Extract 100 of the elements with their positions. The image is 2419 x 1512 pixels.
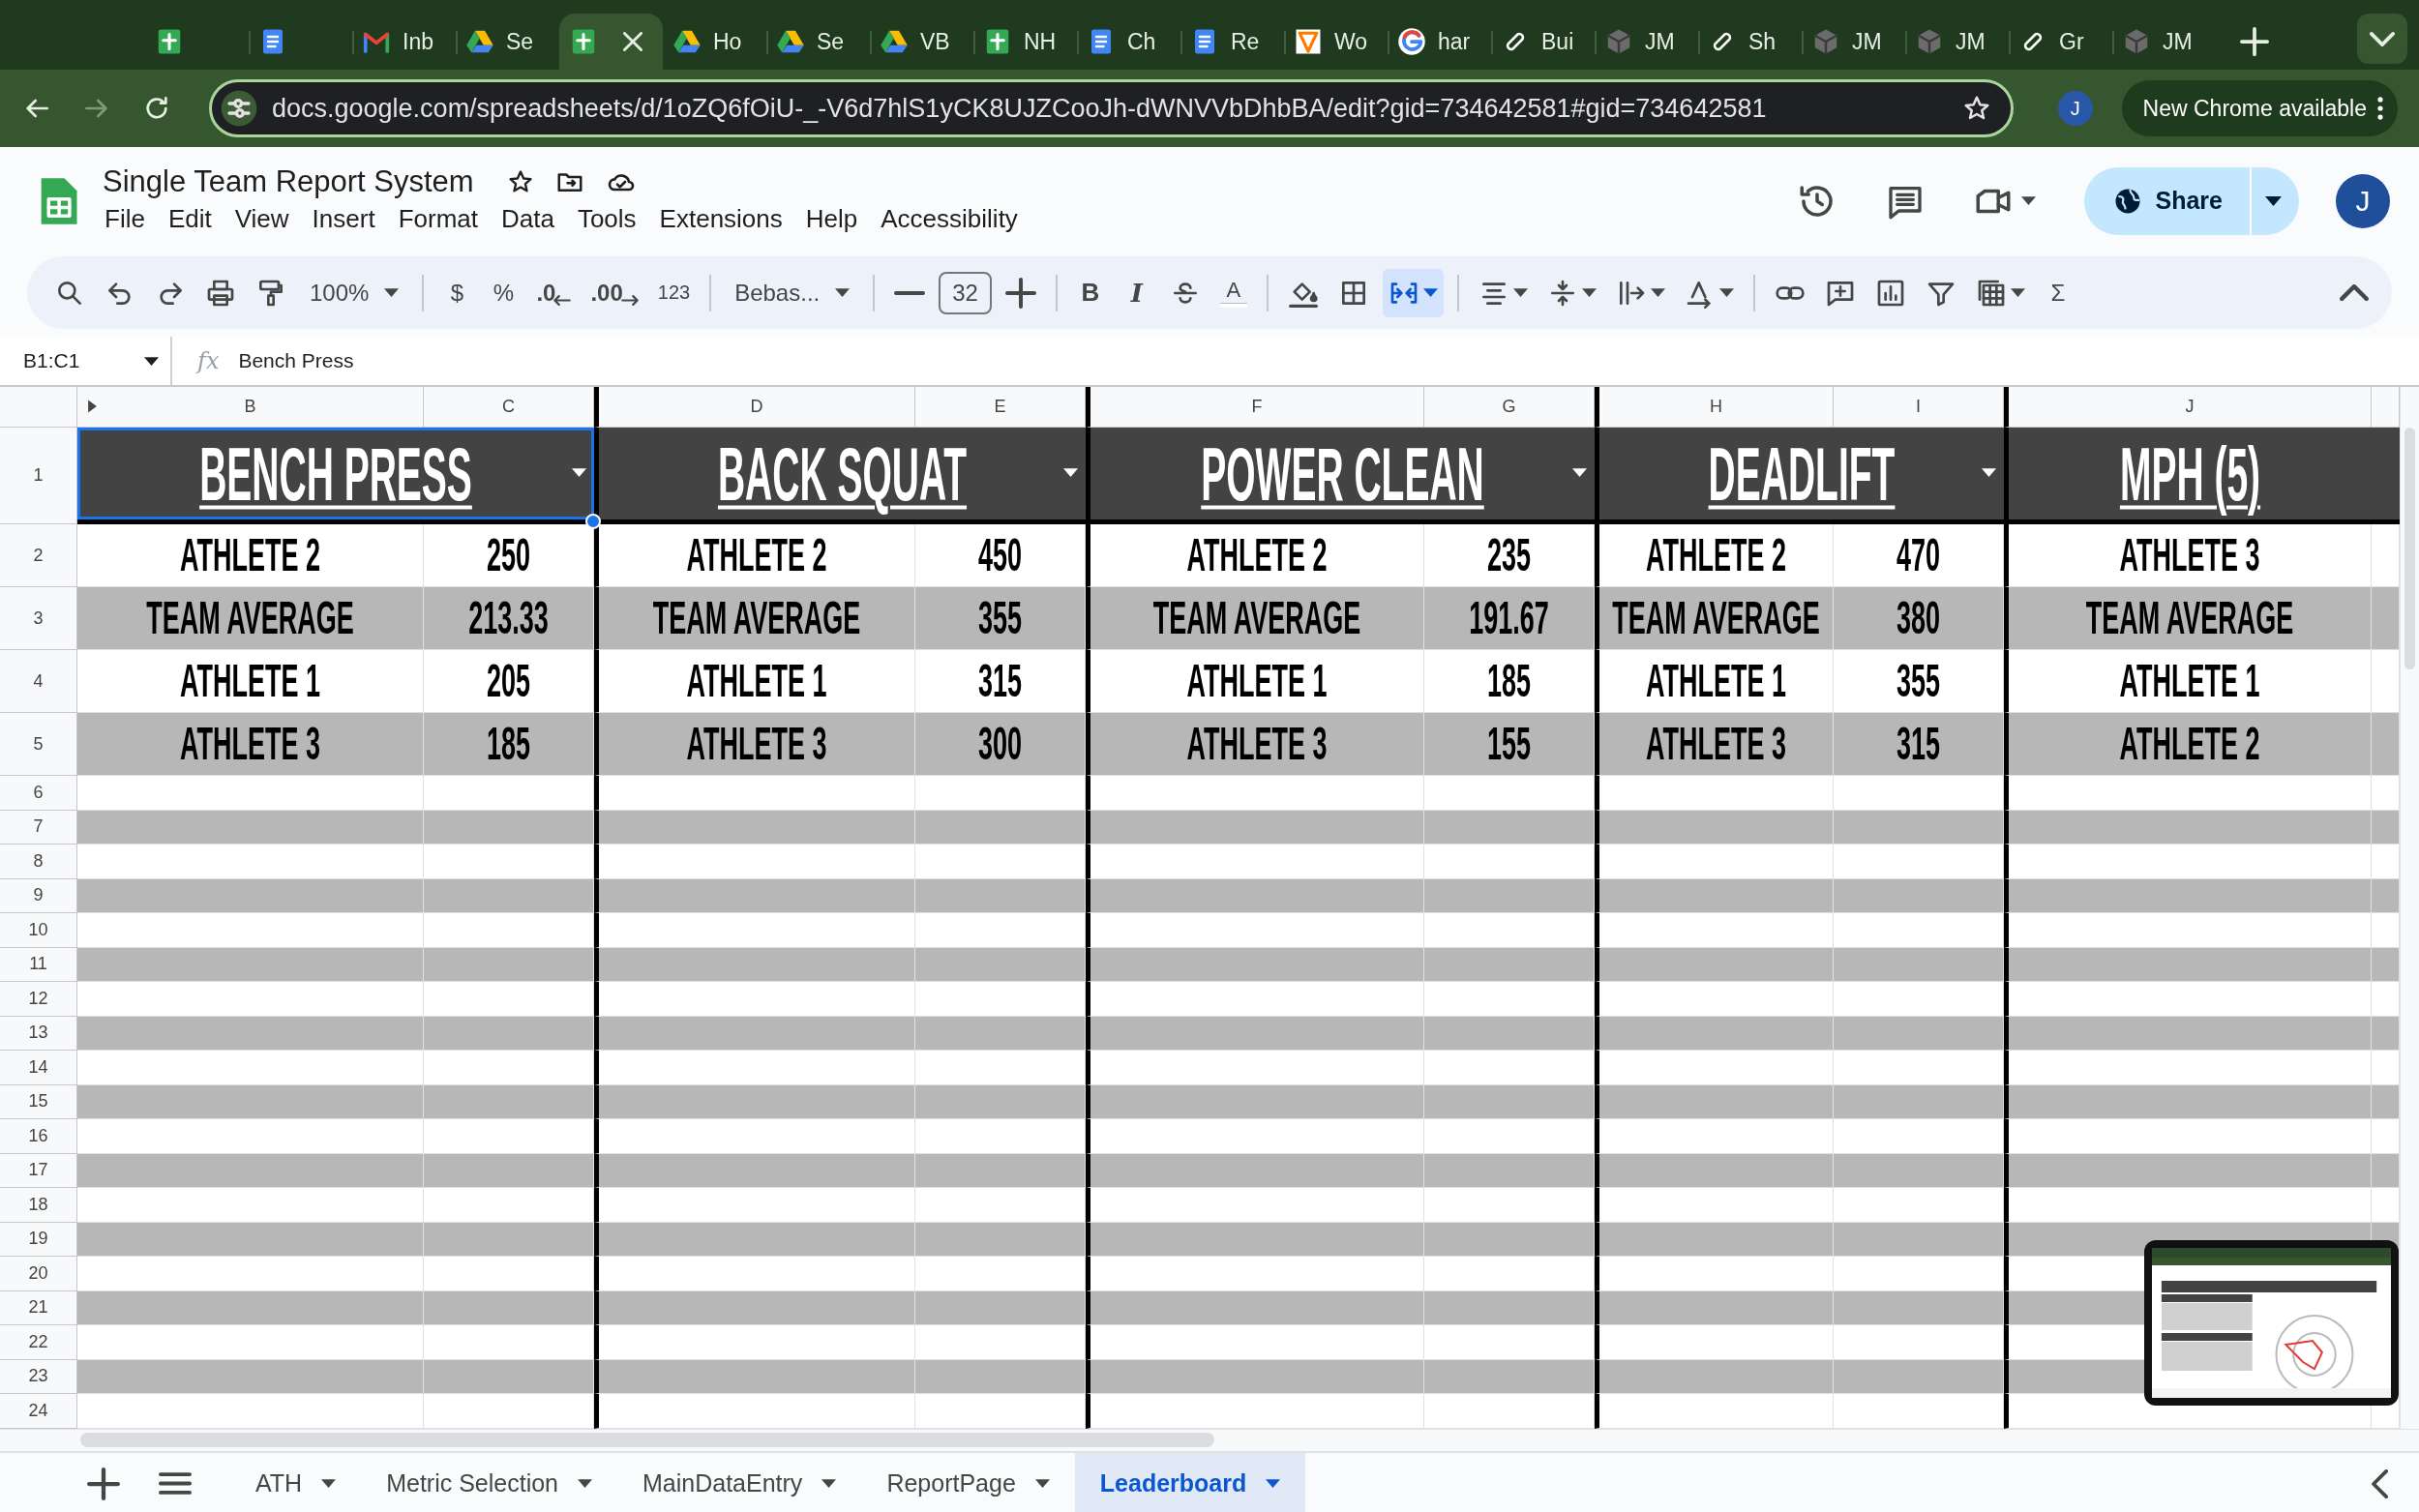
dropdown-icon[interactable] — [1063, 468, 1078, 477]
browser-tab[interactable] — [559, 14, 663, 70]
sheet-tab[interactable]: Metric Selection — [361, 1453, 617, 1512]
browser-tab[interactable]: JM — [1905, 14, 2009, 70]
column-header[interactable]: H — [1595, 387, 1834, 428]
row-number[interactable]: 21 — [0, 1290, 77, 1325]
row-number[interactable]: 16 — [0, 1119, 77, 1154]
browser-tab[interactable]: VB — [870, 14, 973, 70]
row-number[interactable]: 22 — [0, 1325, 77, 1360]
profile-avatar[interactable]: J — [2058, 91, 2093, 126]
collapse-icon[interactable] — [2372, 1468, 2390, 1498]
row-number[interactable]: 15 — [0, 1084, 77, 1119]
browser-tab[interactable]: JM — [1802, 14, 1905, 70]
toolbar-button[interactable]: % — [484, 268, 523, 317]
account-avatar[interactable]: J — [2336, 173, 2390, 228]
row-number[interactable]: 1 — [0, 428, 77, 524]
row-number[interactable]: 8 — [0, 845, 77, 879]
italic-button[interactable]: I — [1117, 268, 1156, 317]
text-color-button[interactable]: A — [1213, 268, 1253, 317]
row-number[interactable]: 12 — [0, 982, 77, 1017]
row-number[interactable]: 2 — [0, 524, 77, 587]
row-number[interactable]: 24 — [0, 1394, 77, 1429]
column-header[interactable]: E — [915, 387, 1086, 428]
browser-tab[interactable]: Ch — [1077, 14, 1180, 70]
font-size-field[interactable]: 32 — [939, 271, 992, 314]
browser-tab[interactable]: NH — [973, 14, 1077, 70]
menu-item[interactable]: Tools — [565, 201, 648, 237]
menu-item[interactable]: File — [103, 201, 157, 237]
all-sheets-icon[interactable] — [159, 1472, 192, 1495]
vertical-scrollbar[interactable] — [2400, 387, 2419, 1429]
sheet-tab[interactable]: ATH — [230, 1453, 362, 1512]
menu-item[interactable]: Edit — [156, 201, 224, 237]
row-number[interactable]: 13 — [0, 1016, 77, 1051]
decimal-button[interactable]: .0 — [530, 268, 578, 317]
column-header[interactable]: B — [77, 387, 424, 428]
row-number[interactable]: 7 — [0, 810, 77, 845]
scrollbar-thumb[interactable] — [80, 1433, 1214, 1447]
browser-tab[interactable]: har — [1388, 14, 1491, 70]
menu-item[interactable]: Format — [386, 201, 490, 237]
bold-button[interactable]: B — [1070, 268, 1110, 317]
collapse-icon[interactable] — [2340, 284, 2369, 301]
row-number[interactable]: 20 — [0, 1257, 77, 1291]
browser-tab[interactable]: Se — [766, 14, 870, 70]
browser-tab[interactable]: JM — [1595, 14, 1698, 70]
toolbar-button[interactable]: $ — [437, 268, 477, 317]
column-header[interactable]: G — [1424, 387, 1595, 428]
dropdown-icon[interactable] — [572, 468, 586, 477]
browser-tab[interactable]: Inb — [352, 14, 456, 70]
row-number[interactable]: 10 — [0, 913, 77, 948]
close-icon[interactable] — [623, 32, 642, 51]
star-icon[interactable] — [506, 168, 534, 195]
browser-tab[interactable]: JM — [2112, 14, 2216, 70]
row-number[interactable]: 3 — [0, 587, 77, 650]
column-header[interactable]: C — [424, 387, 594, 428]
row-number[interactable]: 14 — [0, 1051, 77, 1085]
scrollbar-thumb[interactable] — [2404, 428, 2415, 669]
formula-input[interactable]: Bench Press — [238, 349, 354, 372]
hidden-column-icon[interactable] — [87, 399, 98, 414]
menu-item[interactable]: Data — [490, 201, 566, 237]
row-number[interactable]: 5 — [0, 713, 77, 776]
menu-item[interactable]: Accessibility — [869, 201, 1030, 237]
row-number[interactable]: 19 — [0, 1222, 77, 1257]
menu-item[interactable]: Insert — [300, 201, 387, 237]
row-number[interactable]: 11 — [0, 947, 77, 982]
name-box[interactable]: B1:C1 — [0, 337, 172, 385]
document-title[interactable]: Single Team Report System — [103, 164, 474, 199]
site-settings-icon[interactable] — [220, 89, 258, 128]
column-header[interactable]: I — [1834, 387, 2004, 428]
row-number[interactable]: 4 — [0, 650, 77, 713]
sheet-tab[interactable]: MainDataEntry — [617, 1453, 862, 1512]
row-number[interactable]: 9 — [0, 878, 77, 913]
horizontal-scrollbar[interactable] — [0, 1429, 2419, 1451]
tab-search-button[interactable] — [2357, 14, 2407, 64]
browser-tab[interactable]: Se — [456, 14, 559, 70]
dropdown-icon[interactable] — [1572, 468, 1587, 477]
dropdown-icon[interactable] — [1982, 468, 1996, 477]
browser-tab[interactable]: Bui — [1491, 14, 1595, 70]
browser-tab[interactable]: Wo — [1284, 14, 1388, 70]
toolbar-button[interactable]: 123 — [651, 268, 697, 317]
column-header[interactable]: D — [594, 387, 915, 428]
browser-tab[interactable]: Gr — [2009, 14, 2112, 70]
new-tab-icon[interactable] — [2240, 27, 2269, 56]
dropdown-button[interactable]: Bebas... — [725, 268, 860, 317]
merge-button[interactable] — [1382, 268, 1444, 317]
browser-tab[interactable]: Sh — [1698, 14, 1802, 70]
row-number[interactable]: 18 — [0, 1188, 77, 1223]
column-header[interactable]: F — [1086, 387, 1424, 428]
sheet-tab[interactable]: Leaderboard — [1074, 1453, 1306, 1512]
row-number[interactable]: 6 — [0, 776, 77, 811]
browser-tab[interactable]: Ho — [663, 14, 766, 70]
row-number[interactable]: 23 — [0, 1359, 77, 1394]
menu-item[interactable]: Help — [793, 201, 870, 237]
dropdown-button[interactable]: 100% — [300, 268, 409, 317]
add-sheet-icon[interactable] — [87, 1467, 120, 1500]
browser-tab[interactable]: Re — [1180, 14, 1284, 70]
address-bar[interactable]: docs.google.com/spreadsheets/d/1oZQ6fOiU-_-V6d7hlS1yCK8UJZCooJh-dWNVVbDhbBA/edit?gid=734642581#gid=734642581 — [209, 79, 2015, 137]
update-button[interactable]: New Chrome available — [2121, 80, 2398, 136]
menu-item[interactable]: View — [223, 201, 301, 237]
row-number[interactable]: 17 — [0, 1153, 77, 1188]
menu-item[interactable]: Extensions — [647, 201, 794, 237]
